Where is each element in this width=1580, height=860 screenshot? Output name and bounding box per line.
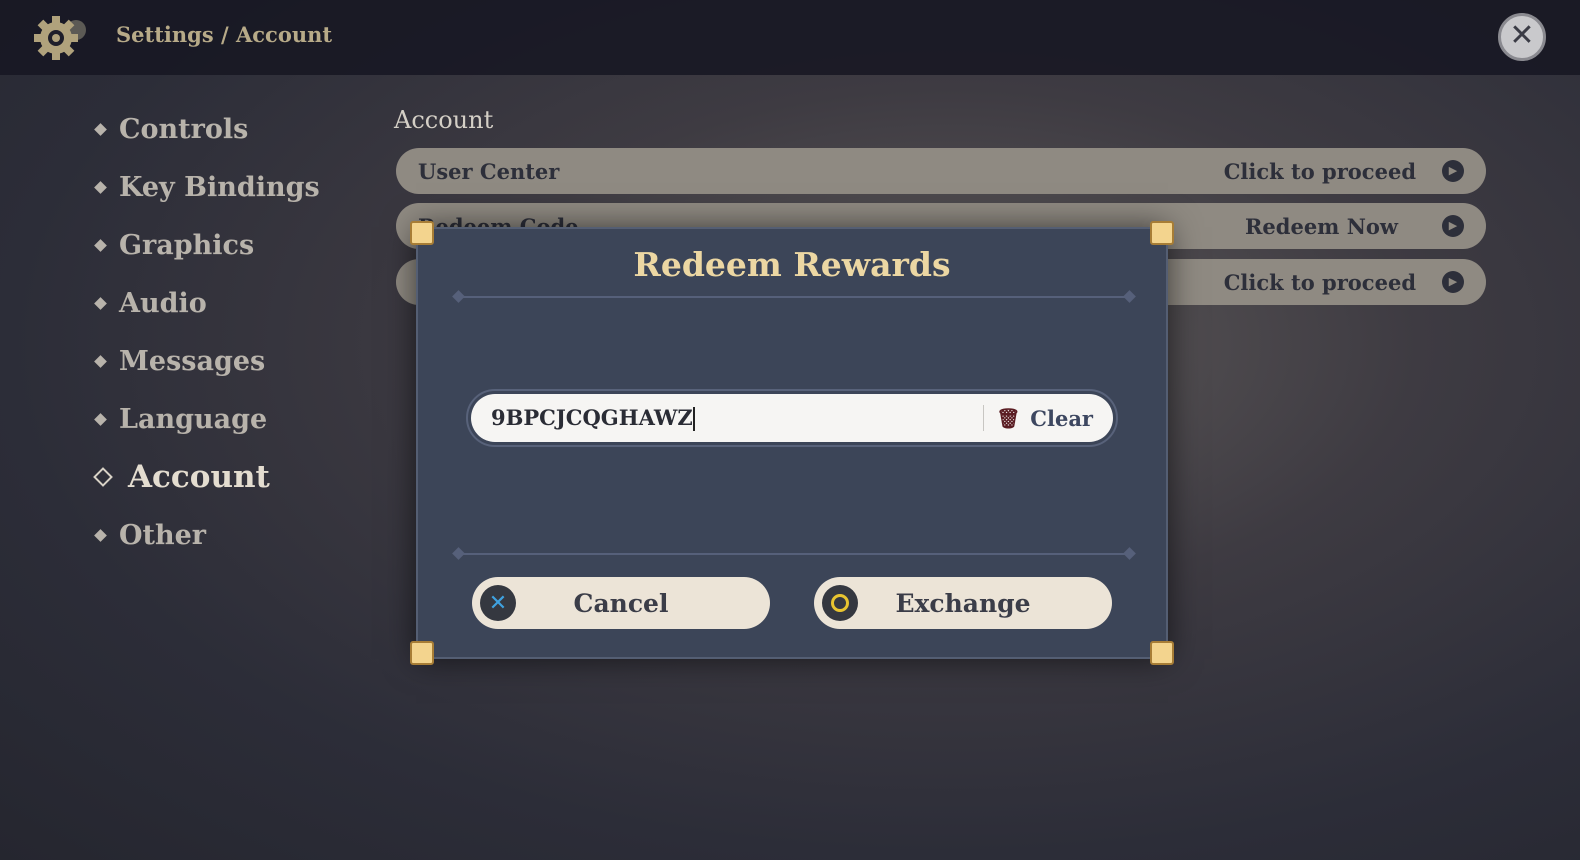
diamond-icon: [94, 180, 107, 194]
row-action: Redeem Now: [1244, 213, 1398, 239]
cancel-label: Cancel: [573, 588, 669, 618]
sidebar-item-label: Key Bindings: [119, 171, 320, 203]
arrow-right-icon: ▶: [1442, 215, 1464, 237]
clear-button[interactable]: 🗑 Clear: [996, 406, 1093, 431]
diamond-icon: [94, 412, 107, 426]
corner-ornament: [1150, 221, 1174, 245]
user-center-row[interactable]: User Center Click to proceed ▶: [396, 148, 1486, 194]
row-label: User Center: [418, 158, 560, 184]
sidebar-item-other[interactable]: Other: [92, 506, 320, 564]
sidebar: Controls Key Bindings Graphics Audio Mes…: [92, 100, 320, 564]
diamond-icon: [93, 467, 113, 487]
sidebar-item-label: Graphics: [119, 229, 255, 261]
divider: [458, 296, 1130, 298]
top-bar: Settings / Account ✕: [0, 0, 1580, 75]
code-value: 9BPCJCQGHAWZ: [491, 404, 693, 430]
gear-icon: [34, 16, 86, 60]
corner-ornament: [410, 641, 434, 665]
arrow-right-icon: ▶: [1442, 160, 1464, 182]
sidebar-item-label: Other: [119, 519, 207, 551]
sidebar-item-messages[interactable]: Messages: [92, 332, 320, 390]
redeem-dialog: Redeem Rewards 9BPCJCQGHAWZ 🗑 Clear ✕ Canc…: [410, 221, 1174, 665]
text-caret: [692, 407, 695, 432]
sidebar-item-account[interactable]: Account: [92, 448, 320, 506]
corner-ornament: [410, 221, 434, 245]
divider: [458, 553, 1130, 555]
sidebar-item-label: Controls: [119, 113, 249, 145]
trash-icon: 🗑: [996, 407, 1021, 430]
sidebar-item-label: Account: [128, 459, 270, 495]
sidebar-item-key-bindings[interactable]: Key Bindings: [92, 158, 320, 216]
close-button[interactable]: ✕: [1498, 13, 1546, 61]
diamond-icon: [94, 528, 107, 542]
sidebar-item-language[interactable]: Language: [92, 390, 320, 448]
diamond-icon: [94, 238, 107, 252]
row-action: Click to proceed: [1223, 158, 1416, 184]
clear-label: Clear: [1030, 405, 1093, 431]
close-icon: ✕: [1509, 18, 1535, 53]
sidebar-item-label: Audio: [119, 287, 207, 319]
row-action: Click to proceed: [1223, 269, 1416, 295]
sidebar-item-label: Messages: [119, 345, 266, 377]
breadcrumb: Settings / Account: [116, 22, 333, 47]
diamond-icon: [94, 354, 107, 368]
exchange-label: Exchange: [895, 588, 1031, 618]
arrow-right-icon: ▶: [1442, 271, 1464, 293]
diamond-icon: [94, 122, 107, 136]
sidebar-item-graphics[interactable]: Graphics: [92, 216, 320, 274]
dialog-title: Redeem Rewards: [633, 245, 951, 284]
diamond-icon: [94, 296, 107, 310]
sidebar-item-audio[interactable]: Audio: [92, 274, 320, 332]
exchange-button[interactable]: Exchange: [814, 577, 1112, 629]
sidebar-item-controls[interactable]: Controls: [92, 100, 320, 158]
code-input-wrapper: 9BPCJCQGHAWZ 🗑 Clear: [466, 389, 1118, 447]
cancel-button[interactable]: ✕ Cancel: [472, 577, 770, 629]
circle-icon: [822, 585, 858, 621]
cross-icon: ✕: [480, 585, 516, 621]
code-input[interactable]: 9BPCJCQGHAWZ 🗑 Clear: [471, 394, 1113, 442]
section-title: Account: [394, 106, 494, 134]
sidebar-item-label: Language: [119, 403, 268, 435]
separator: [983, 405, 985, 431]
corner-ornament: [1150, 641, 1174, 665]
